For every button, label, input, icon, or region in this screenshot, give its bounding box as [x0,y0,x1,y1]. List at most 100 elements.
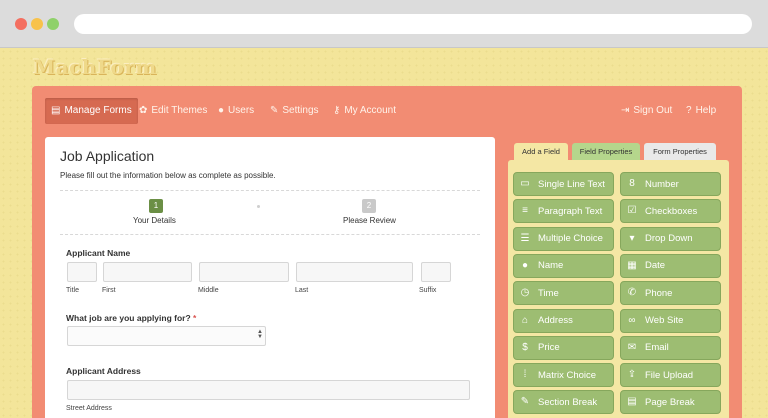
last-sublabel: Last [295,287,309,294]
divider [60,234,480,235]
envelope-icon: ✉ [627,341,637,353]
price-icon: $ [522,341,528,353]
nav-label: My Account [344,105,397,116]
first-name-field[interactable] [103,262,192,282]
job-select[interactable] [67,326,266,346]
tab-field-properties[interactable]: Field Properties [572,143,640,161]
applicant-name-label: Applicant Name [66,248,131,258]
form-title[interactable]: Job Application [60,148,154,164]
help-label: Help [695,105,717,116]
job-question-text: What job are you applying for? [66,313,191,323]
field-button-label: Phone [645,287,673,299]
nav-label: Edit Themes [151,105,208,116]
job-question-label: What job are you applying for? * [66,313,196,323]
step-1-badge[interactable]: 1 [149,199,163,213]
field-button-label: File Upload [645,369,694,381]
field-button-label: Drop Down [645,233,693,245]
add-field-web-site-button[interactable]: ∞ Web Site [620,308,721,333]
address-bar[interactable] [74,14,752,34]
field-button-label: Single Line Text [538,178,605,190]
sign-out-label: Sign Out [633,105,673,116]
matrix-icon: ⁞ [523,369,527,381]
step-2-badge[interactable]: 2 [362,199,376,213]
nav-manage-forms[interactable]: ▤ Manage Forms [45,98,138,124]
sign-out-icon: ⇥ [621,105,630,116]
middle-name-field[interactable] [199,262,289,282]
required-mark: * [193,313,197,323]
add-field-phone-button[interactable]: ✆ Phone [620,281,721,306]
add-field-drop-down-button[interactable]: ▾ Drop Down [620,226,721,251]
title-field[interactable] [67,262,97,282]
calendar-icon: ▦ [627,259,637,271]
user-icon: ● [218,105,225,116]
field-button-label: Price [538,342,560,354]
field-button-label: Name [538,260,564,272]
minimize-window-icon[interactable] [31,18,43,30]
nav-label: Settings [282,105,319,116]
field-button-label: Date [645,260,666,272]
field-button-label: Email [645,342,669,354]
nav-users[interactable]: ● Users [212,98,260,124]
street-address-field[interactable] [67,380,470,400]
nav-label: Users [228,105,255,116]
page-icon: ▤ [627,396,637,408]
field-button-label: Multiple Choice [538,233,603,245]
add-field-checkboxes-button[interactable]: ☑ Checkboxes [620,199,721,224]
add-field-date-button[interactable]: ▦ Date [620,253,721,278]
field-button-label: Web Site [645,315,684,326]
suffix-field[interactable] [421,262,451,282]
document-icon: ▤ [51,105,61,116]
browser-chrome [0,0,768,48]
form-description[interactable]: Please fill out the information below as… [60,171,276,180]
title-sublabel: Title [66,287,79,294]
step-1-label: Your Details [133,216,176,225]
address-label: Applicant Address [66,366,141,376]
help-button[interactable]: ? Help [680,98,722,124]
field-button-label: Page Break [645,396,695,408]
street-address-sublabel: Street Address [66,405,112,412]
add-field-section-break-button[interactable]: ✎ Section Break [513,390,614,415]
step-separator [257,205,260,208]
wrench-icon: ✎ [270,105,279,116]
close-window-icon[interactable] [15,18,27,30]
link-icon: ∞ [628,314,636,326]
person-icon: ● [521,259,529,271]
field-button-label: Checkboxes [645,205,698,217]
key-icon: ⚷ [333,105,341,116]
pencil-icon: ✎ [520,396,530,408]
nav-my-account[interactable]: ⚷ My Account [327,98,402,124]
field-button-label: Matrix Choice [538,369,597,381]
add-field-paragraph-text-button[interactable]: ≡ Paragraph Text [513,199,614,224]
add-field-matrix-choice-button[interactable]: ⁞ Matrix Choice [513,363,614,388]
nav-label: Manage Forms [64,105,132,116]
last-name-field[interactable] [296,262,413,282]
add-field-time-button[interactable]: ◷ Time [513,281,614,306]
add-field-multiple-choice-button[interactable]: ☰ Multiple Choice [513,226,614,251]
add-field-email-button[interactable]: ✉ Email [620,335,721,360]
list-icon: ☰ [520,232,530,244]
upload-icon: ⇪ [627,369,637,381]
tab-add-field[interactable]: Add a Field [514,143,568,161]
phone-icon: ✆ [627,287,637,299]
number-icon: 8 [629,178,635,189]
add-field-number-button[interactable]: 8 Number [620,172,721,196]
field-button-label: Address [538,315,573,326]
sign-out-button[interactable]: ⇥ Sign Out [615,98,678,124]
select-arrows-icon: ▲ ▼ [257,329,263,340]
suffix-sublabel: Suffix [419,287,437,294]
maximize-window-icon[interactable] [47,18,59,30]
clock-icon: ◷ [520,287,530,299]
add-field-page-break-button[interactable]: ▤ Page Break [620,390,721,415]
nav-settings[interactable]: ✎ Settings [264,98,325,124]
add-field-address-button[interactable]: ⌂ Address [513,308,614,333]
field-button-label: Paragraph Text [538,205,603,217]
field-button-label: Time [538,287,559,299]
add-field-file-upload-button[interactable]: ⇪ File Upload [620,363,721,388]
add-field-name-button[interactable]: ● Name [513,253,614,278]
tab-form-properties[interactable]: Form Properties [644,143,716,161]
nav-edit-themes[interactable]: ✿ Edit Themes [133,98,213,124]
add-field-single-line-text-button[interactable]: ▭ Single Line Text [513,172,614,196]
add-field-price-button[interactable]: $ Price [513,335,614,360]
paragraph-icon: ≡ [522,205,528,217]
app-logo[interactable]: MachForm [33,55,157,79]
